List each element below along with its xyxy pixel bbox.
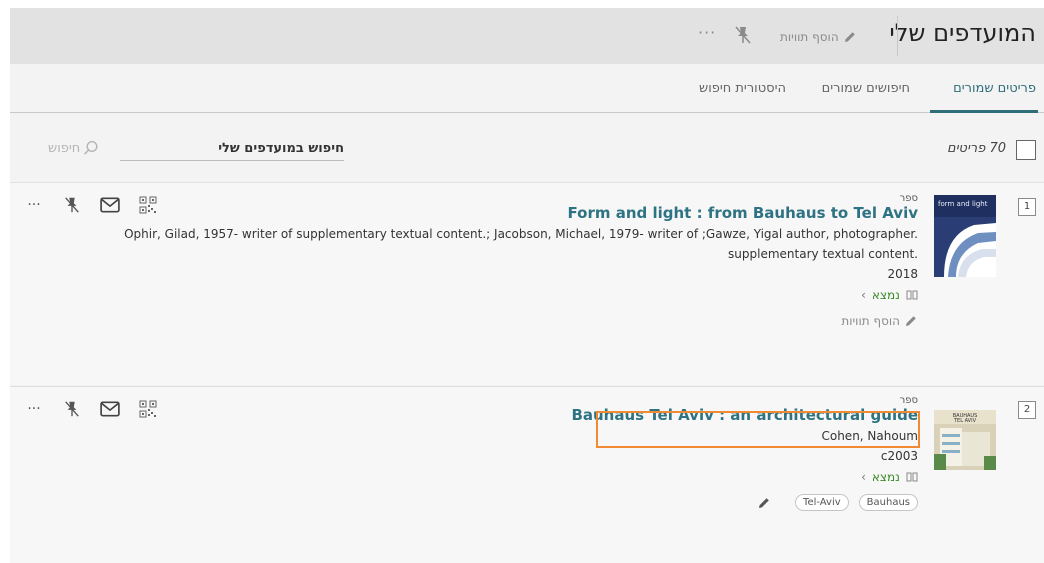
book-cover-image[interactable]: BAUHAUS TEL AVIV: [934, 399, 996, 481]
item-details: ספר Form and light : from Bauhaus to Tel…: [124, 193, 918, 328]
item-year: 2018: [887, 267, 918, 281]
item-actions: ···: [24, 399, 176, 419]
list-item: 2 BAUHAUS TEL AVIV ספר Bauhaus Tel Aviv …: [10, 386, 1044, 563]
tab-saved-searches[interactable]: חיפושים שמורים: [822, 81, 910, 96]
item-authors-continued: supplementary textual content.: [728, 247, 918, 261]
availability-link[interactable]: ‹ נמצא: [571, 470, 918, 484]
header-divider: [897, 16, 898, 56]
availability-link[interactable]: ‹ נמצא: [124, 288, 918, 302]
unpin-icon[interactable]: [62, 400, 82, 418]
item-tags: Tel-Aviv Bauhaus: [571, 494, 918, 511]
svg-text:form and light: form and light: [938, 200, 988, 208]
book-open-icon: [906, 290, 918, 300]
item-title-link[interactable]: Form and light : from Bauhaus to Tel Avi…: [124, 204, 918, 222]
item-authors: Ophir, Gilad, 1957- writer of supplement…: [124, 227, 918, 241]
favorites-search-input[interactable]: חיפוש במועדפים שלי: [120, 141, 344, 161]
item-type: ספר: [899, 395, 918, 406]
favorites-page: המועדפים שלי הוסף תוויות ··· פריטים שמור…: [10, 8, 1044, 563]
availability-status: נמצא: [871, 288, 900, 302]
qr-code-icon[interactable]: [138, 196, 158, 214]
header-add-tags-button[interactable]: הוסף תוויות: [780, 27, 857, 47]
item-type: ספר: [899, 193, 918, 204]
chevron-left-icon: ‹: [861, 470, 866, 484]
add-tags-label: הוסף תוויות: [780, 30, 839, 44]
search-icon: [84, 140, 98, 155]
pencil-icon: [906, 316, 916, 326]
title-highlight-box: [596, 411, 920, 448]
more-options-button[interactable]: ···: [698, 23, 716, 42]
tab-saved-items[interactable]: פריטים שמורים: [953, 81, 1036, 96]
item-number[interactable]: 2: [1018, 401, 1036, 419]
email-icon[interactable]: [100, 400, 120, 418]
tag-chip[interactable]: Tel-Aviv: [795, 494, 849, 511]
pencil-icon[interactable]: [757, 496, 771, 510]
page-title: המועדפים שלי: [889, 19, 1036, 47]
book-cover-image[interactable]: form and light: [934, 195, 996, 277]
favorites-tabs: פריטים שמורים חיפושים שמורים היסטורית חי…: [10, 64, 1044, 113]
more-options-icon[interactable]: ···: [24, 196, 44, 214]
item-number[interactable]: 1: [1018, 198, 1036, 216]
select-all-checkbox[interactable]: [1016, 140, 1036, 160]
availability-status: נמצא: [871, 470, 900, 484]
page-header: המועדפים שלי הוסף תוויות ···: [10, 8, 1044, 64]
search-button-label: חיפוש: [48, 140, 81, 156]
item-actions: ···: [24, 195, 176, 215]
svg-text:TEL AVIV: TEL AVIV: [953, 418, 977, 424]
qr-code-icon[interactable]: [138, 400, 158, 418]
items-count: 70 פריטים: [946, 141, 1006, 156]
page-margin: [0, 0, 10, 563]
tag-chip[interactable]: Bauhaus: [858, 494, 918, 511]
item-add-tags-button[interactable]: הוסף תוויות: [124, 314, 918, 328]
search-button[interactable]: חיפוש: [48, 138, 99, 158]
more-options-icon[interactable]: ···: [24, 400, 44, 418]
pencil-icon: [844, 32, 855, 42]
email-icon[interactable]: [100, 196, 120, 214]
list-item: 1 form and light ספר Form and light : fr…: [10, 182, 1044, 385]
unpin-icon[interactable]: [62, 196, 82, 214]
tab-search-history[interactable]: היסטורית חיפוש: [699, 81, 786, 96]
active-tab-indicator: [930, 110, 1038, 113]
results-toolbar: 70 פריטים חיפוש במועדפים שלי חיפוש: [10, 114, 1044, 182]
unpin-icon[interactable]: [734, 25, 752, 45]
item-year: c2003: [880, 449, 918, 463]
chevron-left-icon: ‹: [861, 288, 866, 302]
book-open-icon: [906, 472, 918, 482]
add-tags-label: הוסף תוויות: [841, 314, 900, 328]
